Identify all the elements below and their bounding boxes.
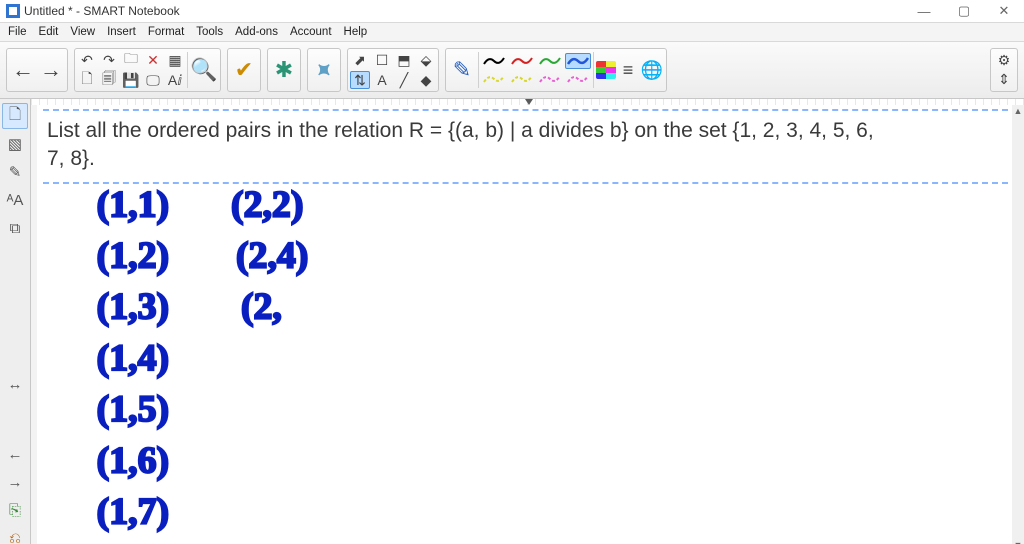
menu-format[interactable]: Format <box>144 26 188 38</box>
ink-layer: (1,1) (1,2) (1,3) (1,4) (1,5) (1,6) (1,7… <box>37 177 1012 544</box>
save-button[interactable]: 💾 <box>121 71 141 89</box>
scroll-up-icon[interactable]: ▲ <box>1012 105 1024 117</box>
pen-black[interactable] <box>481 53 507 69</box>
ink-1-6: (1,6) <box>97 439 169 481</box>
pen-group: ✎ ≡ 🌐 <box>445 48 667 92</box>
minimize-button[interactable]: — <box>904 0 944 22</box>
delete-button[interactable]: ✕ <box>143 51 163 69</box>
text-style-button[interactable]: Aⅈ <box>165 71 185 89</box>
menu-account[interactable]: Account <box>286 26 336 38</box>
align-button[interactable]: ≡ <box>616 51 640 89</box>
pen-green[interactable] <box>537 53 563 69</box>
table-button[interactable]: ▦ <box>165 51 185 69</box>
nav-back-button[interactable]: ← <box>9 51 37 89</box>
problem-line-2: 7, 8}. <box>47 145 1002 173</box>
menu-edit[interactable]: Edit <box>35 26 63 38</box>
settings-button[interactable]: ⚙ <box>994 52 1014 69</box>
line-button[interactable]: ╱ <box>394 71 414 89</box>
screen-button[interactable]: 🖵 <box>143 71 163 89</box>
window-title: Untitled * - SMART Notebook <box>24 4 180 18</box>
right-tools-group: ⚙ ⇕ <box>990 48 1018 92</box>
ink-1-2: (1,2) <box>97 235 169 277</box>
paint-button[interactable]: ⬙ <box>416 51 436 69</box>
pen-yellow-dashed-2[interactable] <box>509 71 535 87</box>
pen-yellow-dashed[interactable] <box>481 71 507 87</box>
pen-pink-dashed-2[interactable] <box>565 71 591 87</box>
undo-button[interactable]: ↶ <box>77 51 97 69</box>
problem-line-1: List all the ordered pairs in the relati… <box>47 117 1002 145</box>
menu-insert[interactable]: Insert <box>103 26 140 38</box>
vertical-scrollbar[interactable]: ▲ ▼ <box>1011 105 1024 544</box>
side-gallery-button[interactable]: ▧ <box>2 131 28 157</box>
problem-text-box[interactable]: List all the ordered pairs in the relati… <box>43 109 1008 184</box>
side-toolbar: 🗋 ▧ ✎ ᴬA ⧉ ↔ ← → ⎘ ⎌ <box>0 99 31 544</box>
addon-button[interactable]: ✱ <box>270 51 298 89</box>
side-prev-button[interactable]: ← <box>2 441 28 467</box>
pen-blue[interactable] <box>565 53 591 69</box>
canvas[interactable]: ▲ ▼ List all the ordered pairs in the re… <box>31 99 1024 544</box>
menu-file[interactable]: File <box>4 26 31 38</box>
menu-tools[interactable]: Tools <box>192 26 227 38</box>
pointer-button[interactable]: ⬈ <box>350 51 370 69</box>
shape-button[interactable]: ☐ <box>372 51 392 69</box>
redo-button[interactable]: ↷ <box>99 51 119 69</box>
zoom-button[interactable]: 🔍 <box>190 51 218 89</box>
fill-button[interactable]: ⬒ <box>394 51 414 69</box>
globe-button[interactable]: 🌐 <box>640 51 664 89</box>
pen-pink-dashed[interactable] <box>537 71 563 87</box>
expand-button[interactable]: ⇕ <box>994 71 1014 88</box>
title-bar: Untitled * - SMART Notebook — ▢ ✕ <box>0 0 1024 23</box>
duplicate-button[interactable]: 🗐 <box>99 71 119 89</box>
open-button[interactable]: 🗀 <box>121 51 141 69</box>
color-picker-button[interactable] <box>596 61 616 79</box>
nav-group: ← → <box>6 48 68 92</box>
ink-1-7: (1,7) <box>97 491 169 533</box>
ink-2-4: (2,4) <box>236 235 308 277</box>
scroll-down-icon[interactable]: ▼ <box>1012 539 1024 544</box>
pen-red[interactable] <box>509 53 535 69</box>
main-toolbar: ← → ↶ 🗋 ↷ 🗐 🗀 💾 ✕ 🖵 ▦ Aⅈ 🔍 ✔ ✱ ⯍ ⬈ ⇅ ☐ <box>0 42 1024 99</box>
check-button[interactable]: ✔ <box>230 51 258 89</box>
select-tools-group: ⬈ ⇅ ☐ A ⬒ ╱ ⬙ ◆ <box>347 48 439 92</box>
side-next-button[interactable]: → <box>2 469 28 495</box>
menu-help[interactable]: Help <box>340 26 372 38</box>
ink-1-1: (1,1) <box>97 184 169 226</box>
text-button[interactable]: A <box>372 71 392 89</box>
ink-2-partial: (2, <box>241 286 282 328</box>
ink-1-3: (1,3) <box>97 286 169 328</box>
menu-bar: File Edit View Insert Format Tools Add-o… <box>0 23 1024 42</box>
menu-view[interactable]: View <box>66 26 99 38</box>
pen-button[interactable]: ✎ <box>448 51 476 89</box>
pen-swatches <box>481 53 591 87</box>
new-page-button[interactable]: 🗋 <box>77 71 97 89</box>
menu-addons[interactable]: Add-ons <box>231 26 282 38</box>
workspace: 🗋 ▧ ✎ ᴬA ⧉ ↔ ← → ⎘ ⎌ ▲ ▼ List all the or… <box>0 99 1024 544</box>
ink-2-2: (2,2) <box>231 184 303 226</box>
side-reset-button[interactable]: ⎌ <box>2 525 28 544</box>
close-button[interactable]: ✕ <box>984 0 1024 22</box>
check-group: ✔ <box>227 48 261 92</box>
side-width-button[interactable]: ↔ <box>2 371 28 397</box>
page: List all the ordered pairs in the relati… <box>37 105 1012 544</box>
measure-button[interactable]: ⇅ <box>350 71 370 89</box>
app-icon <box>6 4 20 18</box>
addon-group: ✱ <box>267 48 301 92</box>
side-page-button[interactable]: 🗋 <box>2 103 28 129</box>
side-addon-button[interactable]: ⧉ <box>2 215 28 241</box>
side-attach-button[interactable]: ✎ <box>2 159 28 185</box>
side-text-button[interactable]: ᴬA <box>2 187 28 213</box>
puzzle-button[interactable]: ⯍ <box>310 51 338 89</box>
maximize-button[interactable]: ▢ <box>944 0 984 22</box>
file-group: ↶ 🗋 ↷ 🗐 🗀 💾 ✕ 🖵 ▦ Aⅈ 🔍 <box>74 48 221 92</box>
puzzle-group: ⯍ <box>307 48 341 92</box>
ink-1-5: (1,5) <box>97 388 169 430</box>
nav-forward-button[interactable]: → <box>37 51 65 89</box>
ink-1-4: (1,4) <box>97 337 169 379</box>
side-insert-button[interactable]: ⎘ <box>2 497 28 523</box>
eraser-button[interactable]: ◆ <box>416 71 436 89</box>
